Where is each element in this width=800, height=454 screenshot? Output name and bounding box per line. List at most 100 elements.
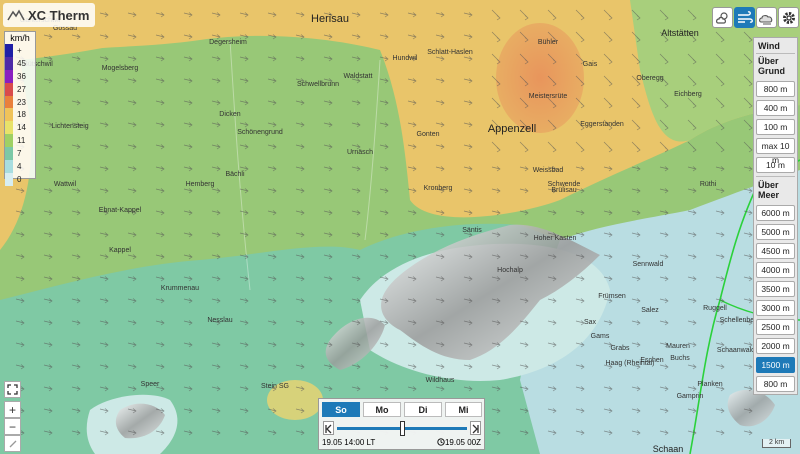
step-forward-icon: [472, 424, 479, 434]
place-label: Gamprin: [677, 393, 704, 400]
settings-button[interactable]: [778, 7, 799, 28]
place-label: Säntis: [462, 227, 482, 234]
place-label: Degersheim: [209, 39, 247, 46]
legend-value: 14: [17, 123, 26, 133]
place-label: Schönengrund: [237, 129, 283, 136]
step-back-icon: [325, 424, 332, 434]
wind-level-button[interactable]: 2000 m: [756, 338, 795, 354]
legend-row: +: [5, 44, 35, 57]
place-label: Herisau: [311, 13, 349, 25]
place-label: Schwellbrunn: [297, 81, 339, 88]
place-label: Meistersrüte: [529, 93, 568, 100]
place-label: Hundwil: [393, 55, 418, 62]
clock-icon: [437, 438, 445, 446]
place-label: Nesslau: [207, 317, 232, 324]
time-thumb[interactable]: [399, 421, 405, 436]
wind-level-button[interactable]: 4000 m: [756, 262, 795, 278]
place-label: Ruggell: [703, 305, 727, 312]
time-right-text: 19.05 00Z: [444, 438, 481, 447]
time-slider-panel: So Mo Di Mi 19.05 14:00 LT 19.05 00Z: [318, 398, 485, 450]
legend-row: 27: [5, 82, 35, 96]
wind-level-button[interactable]: 100 m: [756, 119, 795, 135]
wind-panel-title: Wind: [756, 38, 795, 54]
place-label: Urnäsch: [347, 149, 373, 156]
wind-level-button[interactable]: 800 m: [756, 376, 795, 392]
place-label: Sennwald: [633, 261, 664, 268]
legend-swatch: [5, 69, 13, 83]
app-title: XC Therm: [28, 7, 90, 23]
place-label: Weissbad: [533, 167, 564, 174]
place-label: Bächli: [225, 171, 245, 178]
legend-swatch: [5, 82, 13, 96]
cloud-sun-button[interactable]: [712, 7, 733, 28]
app-brand[interactable]: XC Therm: [3, 3, 96, 27]
place-label: Schaan: [653, 444, 684, 454]
place-label: Krummenau: [161, 285, 199, 292]
wind-level-button[interactable]: 5000 m: [756, 224, 795, 240]
place-label: Stein SG: [261, 383, 289, 390]
step-back-button[interactable]: [323, 421, 334, 435]
legend-row: 23: [5, 95, 35, 109]
place-label: Sax: [584, 319, 597, 326]
legend-row: 18: [5, 108, 35, 122]
legend-swatch: [5, 172, 13, 186]
place-label: Haag (Rheintal): [605, 360, 654, 367]
place-label: Hochalp: [497, 267, 523, 274]
time-right-label: 19.05 00Z: [437, 438, 481, 447]
legend-swatch: [5, 56, 13, 70]
weather-button[interactable]: [756, 7, 777, 28]
wind-level-button[interactable]: 400 m: [756, 100, 795, 116]
legend-value: 18: [17, 110, 26, 120]
place-label: Planken: [697, 381, 722, 388]
legend-value: 45: [17, 58, 26, 68]
weather-icon: [758, 14, 772, 24]
place-label: Oberegg: [636, 75, 663, 82]
legend-row: 45: [5, 56, 35, 70]
cloud-sun-icon: [715, 11, 728, 24]
zoom-out-button[interactable]: −: [4, 418, 21, 435]
place-label: Appenzell: [488, 123, 536, 135]
place-label: Gonten: [417, 131, 440, 138]
wind-button[interactable]: [734, 7, 755, 28]
measure-button[interactable]: [4, 435, 21, 452]
map-scale: 2 km: [762, 439, 792, 448]
fullscreen-button[interactable]: [4, 381, 21, 398]
ruler-icon: [9, 440, 16, 447]
place-label: Hemberg: [186, 181, 215, 188]
place-label: Eichberg: [674, 91, 702, 98]
legend-value: 23: [17, 97, 26, 107]
wind-level-button[interactable]: 4500 m: [756, 243, 795, 259]
place-label: Speer: [141, 381, 160, 388]
place-label: Schaanwald: [717, 347, 755, 354]
wind-level-button[interactable]: 3500 m: [756, 281, 795, 297]
wind-level-button[interactable]: 2500 m: [756, 319, 795, 335]
wind-level-button[interactable]: 800 m: [756, 81, 795, 97]
wind-level-button[interactable]: 6000 m: [756, 205, 795, 221]
legend-value: 4: [17, 161, 22, 171]
wind-level-button[interactable]: max 10 m: [756, 138, 795, 165]
legend-row: 4: [5, 160, 35, 173]
place-label: Lichtensteig: [51, 123, 88, 130]
wind-level-button[interactable]: 3000 m: [756, 300, 795, 316]
day-tab-2[interactable]: Di: [404, 402, 442, 417]
legend-unit: km/h: [10, 33, 30, 43]
wind-level-button[interactable]: 10 m: [756, 157, 795, 173]
map-canvas[interactable]: HerisauAppenzellAltstättenGossauDegershe…: [0, 0, 800, 454]
wind-level-panel: Wind Über Grund 800 m400 m100 mmax 10 m1…: [753, 37, 798, 395]
step-forward-button[interactable]: [470, 421, 481, 435]
day-tab-1[interactable]: Mo: [363, 402, 401, 417]
place-label: Kappel: [109, 247, 131, 254]
place-label: Schwende: [548, 181, 581, 188]
wind-level-button[interactable]: 1500 m: [756, 357, 795, 373]
day-tab-3[interactable]: Mi: [445, 402, 482, 417]
legend-row: 14: [5, 121, 35, 135]
legend-row: 0: [5, 172, 35, 186]
place-label: Ebnat-Kappel: [99, 207, 142, 214]
place-label: Mauren: [666, 343, 690, 350]
legend-swatch: [5, 134, 13, 148]
zoom-in-button[interactable]: +: [4, 401, 21, 418]
place-label: Grabs: [610, 345, 630, 352]
place-label: Rüthi: [700, 181, 717, 188]
day-tab-0[interactable]: So: [322, 402, 360, 417]
wind-icon: [737, 10, 753, 23]
